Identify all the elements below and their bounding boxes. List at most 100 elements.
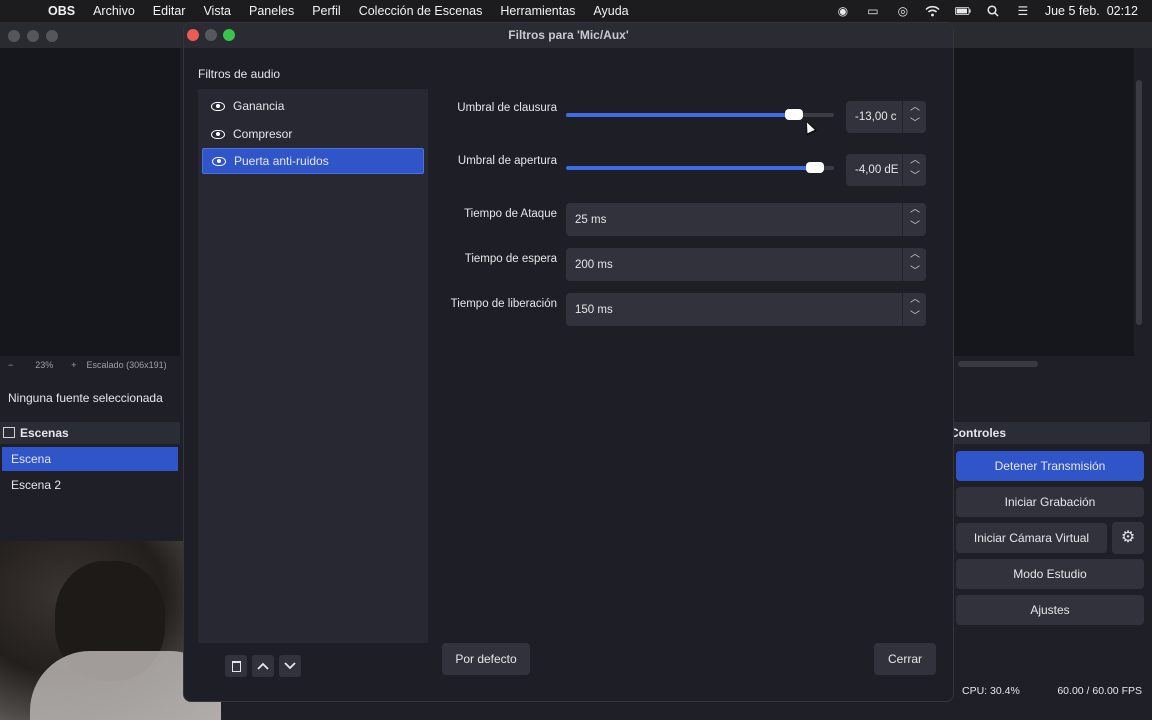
scene-item-escena[interactable]: Escena [2,447,178,471]
menubar-clock[interactable]: Jue 5 feb. 02:12 [1045,4,1138,18]
scene-item-escena-2[interactable]: Escena 2 [2,473,178,497]
release-time-label: Tiempo de liberación [450,298,557,310]
preview-canvas-right[interactable] [954,48,1134,356]
attack-time-label: Tiempo de Ataque [464,208,557,220]
close-threshold-stepper[interactable]: ︿ ﹀ [902,101,926,133]
visibility-eye-icon[interactable] [211,101,225,111]
menu-archivo[interactable]: Archivo [93,4,135,18]
studio-mode-button[interactable]: Modo Estudio [956,559,1144,589]
record-status-icon[interactable]: ◎ [895,4,911,18]
open-threshold-stepper[interactable]: ︿ ﹀ [902,154,926,186]
dialog-titlebar: Filtros para 'Mic/Aux' [184,23,953,48]
preview-horizontal-scrollbar[interactable] [958,361,1038,367]
obs-status-icon[interactable]: ◉ [835,4,851,18]
attack-time-spinbox[interactable]: 25 ms ︿ ﹀ [566,203,926,236]
preview-zoom-bar: − 23% + Escalado (306x191) [0,356,180,374]
filter-item-puerta-anti-ruidos[interactable]: Puerta anti-ruidos [202,148,424,174]
release-time-stepper[interactable]: ︿ ﹀ [902,293,926,326]
stop-streaming-button[interactable]: Detener Transmisión [956,451,1144,481]
close-threshold-slider-fill [566,113,794,117]
close-threshold-label: Umbral de clausura [457,102,557,114]
main-close-dot-icon[interactable] [8,30,20,42]
control-center-icon[interactable]: ☰ [1015,4,1031,18]
close-threshold-spinbox[interactable]: -13,00 c ︿ ﹀ [846,101,926,133]
move-filter-up-button[interactable] [252,655,274,677]
close-threshold-slider-thumb[interactable] [784,109,803,120]
dialog-close-traffic-light-icon[interactable] [187,29,199,41]
open-threshold-spinbox[interactable]: -4,00 dE ︿ ﹀ [846,154,926,186]
filters-dialog: Filtros para 'Mic/Aux' Filtros de audio … [183,22,954,702]
open-threshold-label: Umbral de apertura [457,155,557,167]
main-zoom-dot-icon[interactable] [46,30,58,42]
chevron-up-icon[interactable]: ︿ [903,203,927,220]
menu-app-obs[interactable]: OBS [48,4,75,18]
chevron-down-icon[interactable]: ﹀ [903,310,927,327]
chevron-up-icon[interactable]: ︿ [903,293,927,310]
chevron-down-icon[interactable]: ﹀ [903,117,927,133]
defaults-button[interactable]: Por defecto [442,643,530,675]
preview-canvas-left[interactable] [0,48,180,356]
visibility-eye-icon[interactable] [211,129,225,139]
attack-time-value[interactable]: 25 ms [575,203,606,236]
chevron-up-icon[interactable]: ︿ [903,154,927,170]
controls-dock-header: Controles [950,422,1150,444]
open-threshold-slider-thumb[interactable] [806,162,825,173]
dialog-minimize-traffic-light-icon[interactable] [205,29,217,41]
preview-vertical-scrollbar[interactable] [1136,80,1142,325]
cpu-usage: CPU: 30.4% [962,685,1020,697]
close-threshold-value[interactable]: -13,00 c [855,101,897,133]
scenes-dock-title: Escenas [20,426,69,440]
release-time-spinbox[interactable]: 150 ms ︿ ﹀ [566,293,926,326]
chevron-down-icon[interactable]: ﹀ [903,220,927,237]
move-filter-down-button[interactable] [279,655,301,677]
settings-button[interactable]: Ajustes [956,595,1144,625]
open-threshold-slider-fill [566,166,816,170]
filter-item-ganancia[interactable]: Ganancia [202,93,424,119]
zoom-in-button[interactable]: + [71,360,76,370]
dock-undock-icon[interactable] [3,427,15,438]
fps-readout: 60.00 / 60.00 FPS [1057,685,1142,697]
menu-herramientas[interactable]: Herramientas [500,4,575,18]
filter-item-compresor[interactable]: Compresor [202,121,424,147]
menu-ayuda[interactable]: Ayuda [593,4,628,18]
filter-item-label: Puerta anti-ruidos [234,154,329,168]
hold-time-value[interactable]: 200 ms [575,248,613,281]
trash-icon [231,661,241,673]
main-minimize-dot-icon[interactable] [27,30,39,42]
attack-time-stepper[interactable]: ︿ ﹀ [902,203,926,236]
chevron-down-icon[interactable]: ﹀ [903,170,927,186]
release-time-value[interactable]: 150 ms [575,293,613,326]
audio-filters-list[interactable]: Ganancia Compresor Puerta anti-ruidos [198,89,428,643]
start-virtual-camera-button[interactable]: Iniciar Cámara Virtual [956,523,1107,553]
visibility-eye-icon[interactable] [212,156,226,166]
hold-time-spinbox[interactable]: 200 ms ︿ ﹀ [566,248,926,281]
hold-time-stepper[interactable]: ︿ ﹀ [902,248,926,281]
hold-time-label: Tiempo de espera [464,253,557,265]
open-threshold-slider[interactable] [566,162,834,173]
spotlight-search-icon[interactable] [985,4,1001,18]
menu-editar[interactable]: Editar [153,4,186,18]
remove-filter-button[interactable] [225,655,247,677]
menu-paneles[interactable]: Paneles [249,4,294,18]
close-button[interactable]: Cerrar [874,643,936,675]
virtual-camera-settings-gear-icon[interactable]: ⚙ [1112,522,1144,554]
status-bar: CPU: 30.4% 60.00 / 60.00 FPS [954,680,1152,702]
dialog-title: Filtros para 'Mic/Aux' [508,28,629,42]
zoom-out-button[interactable]: − [8,360,13,370]
start-recording-button[interactable]: Iniciar Grabación [956,487,1144,517]
wifi-icon[interactable] [925,4,941,18]
close-threshold-slider[interactable] [566,109,834,120]
filter-item-label: Compresor [233,127,293,141]
menu-coleccion-escenas[interactable]: Colección de Escenas [359,4,483,18]
chevron-up-icon[interactable]: ︿ [903,248,927,265]
filter-item-label: Ganancia [233,99,285,113]
open-threshold-value[interactable]: -4,00 dE [855,154,898,186]
menu-perfil[interactable]: Perfil [312,4,340,18]
menu-vista[interactable]: Vista [203,4,231,18]
chevron-up-icon[interactable]: ︿ [903,101,927,117]
chevron-down-icon[interactable]: ﹀ [903,265,927,282]
audio-filters-label: Filtros de audio [198,67,281,81]
battery-icon[interactable] [954,4,971,18]
dialog-zoom-traffic-light-icon[interactable] [223,29,235,41]
display-icon[interactable]: ▭ [865,4,881,18]
